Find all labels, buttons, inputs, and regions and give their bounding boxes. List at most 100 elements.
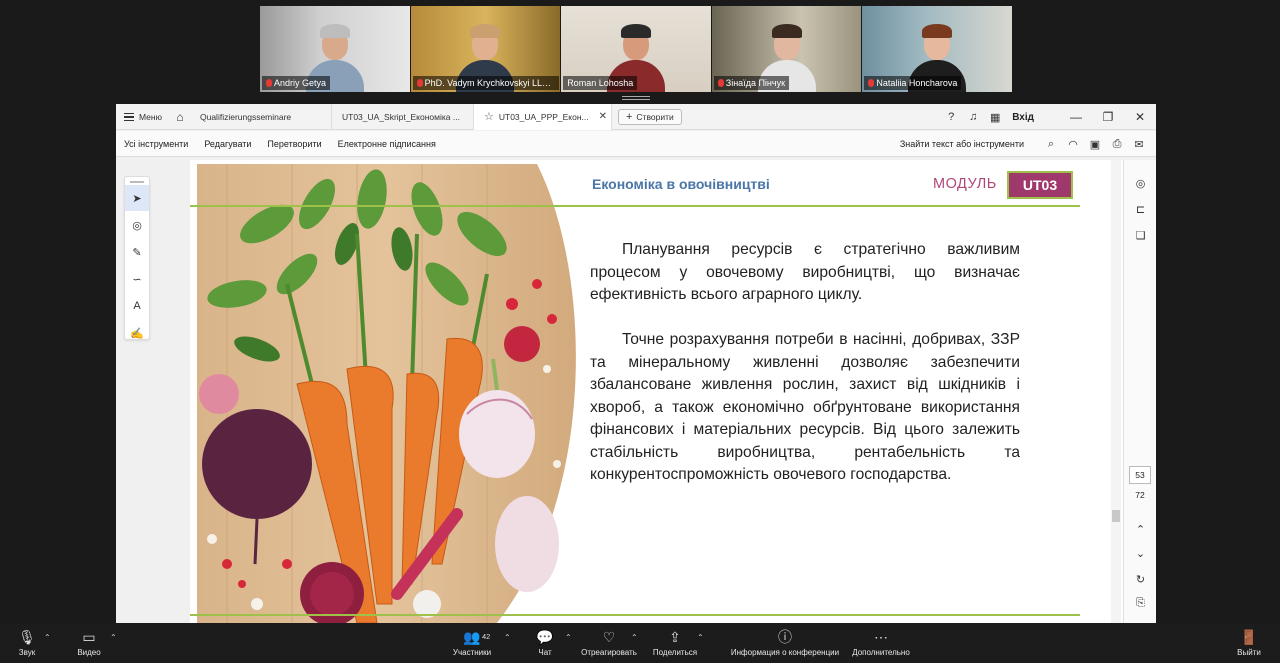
video-options-caret[interactable]: ⌃ — [110, 633, 117, 642]
page-scrollbar[interactable] — [1111, 160, 1121, 623]
bookmark-icon[interactable]: ⊏ — [1124, 196, 1156, 222]
find-text-button[interactable]: Знайти текст або інструменти — [900, 131, 1024, 157]
comment-icon[interactable]: ◎ — [125, 212, 149, 238]
convert-menu[interactable]: Перетворити — [259, 139, 329, 149]
right-sidebar: ◎ ⊏ ❏ 53 72 ⌃ ⌄ ↻ ⎘ — [1123, 160, 1156, 623]
headphones-icon[interactable]: ◠ — [1062, 131, 1084, 157]
mic-muted-icon — [416, 79, 423, 87]
pdf-toolbar: Усі інструменти Редагувати Перетворити Е… — [116, 131, 1156, 157]
scrollbar-thumb[interactable] — [1112, 510, 1120, 522]
meeting-window: Andriy Getya PhD. Vadym Krychkovskyi LLC… — [0, 0, 1280, 663]
new-tab-button[interactable]: + Створити — [617, 108, 682, 125]
module-label: МОДУЛЬ — [933, 176, 997, 192]
print-icon[interactable]: ⎙ — [1106, 131, 1128, 157]
share-options-caret[interactable]: ⌃ — [697, 633, 704, 642]
slide-title: Економіка в овочівництві — [592, 176, 770, 192]
meeting-info-button[interactable]: ⓘ Информация о конференции — [730, 627, 840, 661]
mic-muted-icon — [266, 79, 272, 87]
slide-paragraph-1: Планування ресурсів є стратегічно важлив… — [590, 241, 1020, 303]
highlight-pen-icon[interactable]: ✎ — [125, 239, 149, 265]
gallery-resize-handle[interactable] — [622, 96, 650, 100]
star-icon[interactable]: ☆ — [484, 110, 494, 123]
participant-gallery: Andriy Getya PhD. Vadym Krychkovskyi LLC… — [260, 6, 1013, 92]
chat-button[interactable]: 💬 Чат — [534, 627, 556, 661]
heart-icon: ♡ — [602, 628, 616, 645]
pdf-viewer-window: Меню ⌂ Qualifizierungsseminare UT03_UA_S… — [116, 104, 1156, 623]
participant-tile-active-speaker[interactable]: Roman Lohosha — [561, 6, 711, 92]
apps-grid-icon[interactable]: ▦ — [984, 104, 1006, 130]
plus-icon: + — [625, 110, 633, 123]
page-down-icon[interactable]: ⌄ — [1124, 540, 1156, 566]
home-icon[interactable]: ⌂ — [170, 104, 190, 130]
participant-tile[interactable]: Зінаїда Пінчук — [711, 6, 862, 92]
page-export-icon[interactable]: ⎘ — [1124, 590, 1156, 616]
draw-icon[interactable]: ∽ — [125, 266, 149, 292]
hamburger-icon — [124, 112, 134, 121]
tab-ppp-active[interactable]: ☆ UT03_UA_PPP_Екон... ✕ — [473, 104, 612, 130]
info-icon: ⓘ — [778, 629, 792, 645]
menu-button[interactable]: Меню — [116, 104, 170, 130]
meeting-control-bar: 🎙 Звук ⌃ ▭ Видео ⌃ 👥 Участники 42 ⌃ 💬 Ча… — [0, 623, 1280, 663]
participant-tile[interactable]: Andriy Getya — [260, 6, 410, 92]
page-up-icon[interactable]: ⌃ — [1124, 516, 1156, 542]
share-button[interactable]: ⇪ Поделиться — [652, 627, 698, 661]
edit-menu[interactable]: Редагувати — [196, 139, 259, 149]
all-tools-menu[interactable]: Усі інструменти — [116, 139, 196, 149]
text-box-icon[interactable]: A — [125, 293, 149, 319]
bell-icon[interactable]: ♫ — [962, 104, 984, 130]
annotation-toolbar: ➤ ◎ ✎ ∽ A ✍ — [124, 176, 150, 340]
video-button[interactable]: ▭ Видео — [76, 627, 102, 661]
react-button[interactable]: ♡ Отреагировать — [580, 627, 638, 661]
current-page-input[interactable]: 53 — [1129, 466, 1151, 484]
ai-assistant-icon[interactable]: ◎ — [1124, 170, 1156, 196]
pages-icon[interactable]: ❏ — [1124, 222, 1156, 248]
leave-button[interactable]: 🚪 Выйти — [1236, 627, 1262, 661]
module-code-badge: UT03 — [1007, 171, 1073, 199]
participant-name: Andriy Getya — [274, 78, 327, 88]
esign-menu[interactable]: Електронне підписання — [330, 139, 444, 149]
help-icon[interactable]: ? — [940, 104, 962, 130]
slide-paragraph-2: Точне розрахування потреби в насінні, до… — [590, 331, 1020, 483]
participants-count: 42 — [482, 632, 491, 641]
react-options-caret[interactable]: ⌃ — [631, 633, 638, 642]
total-pages: 72 — [1135, 490, 1145, 500]
menu-label: Меню — [139, 111, 162, 122]
participants-icon: 👥 — [463, 628, 481, 645]
tab-qualifizierungsseminare[interactable]: Qualifizierungsseminare — [190, 104, 332, 130]
vegetable-illustration — [197, 164, 576, 623]
mic-muted-icon — [717, 79, 724, 87]
header-rule — [190, 205, 1080, 207]
audio-button[interactable]: 🎙 Звук — [14, 627, 40, 661]
participant-name: Nataliia Honcharova — [876, 78, 958, 88]
chat-options-caret[interactable]: ⌃ — [565, 633, 572, 642]
sign-in-button[interactable]: Вхід — [1012, 112, 1034, 123]
mic-muted-icon: 🎙 — [18, 628, 36, 645]
more-button[interactable]: ⋯ Дополнительно — [850, 627, 912, 661]
share-screen-icon: ⇪ — [669, 628, 681, 645]
maximize-icon[interactable]: ❐ — [1092, 110, 1124, 124]
close-window-icon[interactable]: ✕ — [1124, 110, 1156, 124]
participant-name: Зінаїда Пінчук — [725, 78, 786, 88]
pdf-page: Економіка в овочівництві МОДУЛЬ UT03 Пла… — [190, 160, 1123, 623]
leave-icon: 🚪 — [1240, 628, 1258, 645]
search-icon[interactable]: ⌕ — [1040, 131, 1062, 157]
close-tab-icon[interactable]: ✕ — [599, 111, 607, 122]
select-cursor-icon[interactable]: ➤ — [125, 185, 149, 211]
pdf-titlebar: Меню ⌂ Qualifizierungsseminare UT03_UA_S… — [116, 104, 1156, 130]
stamp-icon[interactable]: ✍ — [125, 320, 149, 346]
save-icon[interactable]: ▣ — [1084, 131, 1106, 157]
participant-tile[interactable]: Nataliia Honcharova — [862, 6, 1012, 92]
minimize-icon[interactable]: — — [1060, 110, 1092, 124]
video-off-icon: ▭ — [82, 628, 96, 645]
refresh-icon[interactable]: ↻ — [1124, 566, 1156, 592]
participants-options-caret[interactable]: ⌃ — [504, 633, 511, 642]
chat-icon: 💬 — [536, 628, 554, 645]
participant-tile[interactable]: PhD. Vadym Krychkovskyi LLC Orga... — [410, 6, 561, 92]
tab-skript[interactable]: UT03_UA_Skript_Економіка ... — [332, 104, 474, 130]
audio-options-caret[interactable]: ⌃ — [44, 633, 51, 642]
participant-name: PhD. Vadym Krychkovskyi LLC Orga... — [424, 78, 559, 88]
participant-name: Roman Lohosha — [567, 78, 634, 88]
more-dots-icon: ⋯ — [874, 628, 888, 645]
email-icon[interactable]: ✉ — [1128, 131, 1150, 157]
mic-muted-icon — [868, 79, 875, 87]
